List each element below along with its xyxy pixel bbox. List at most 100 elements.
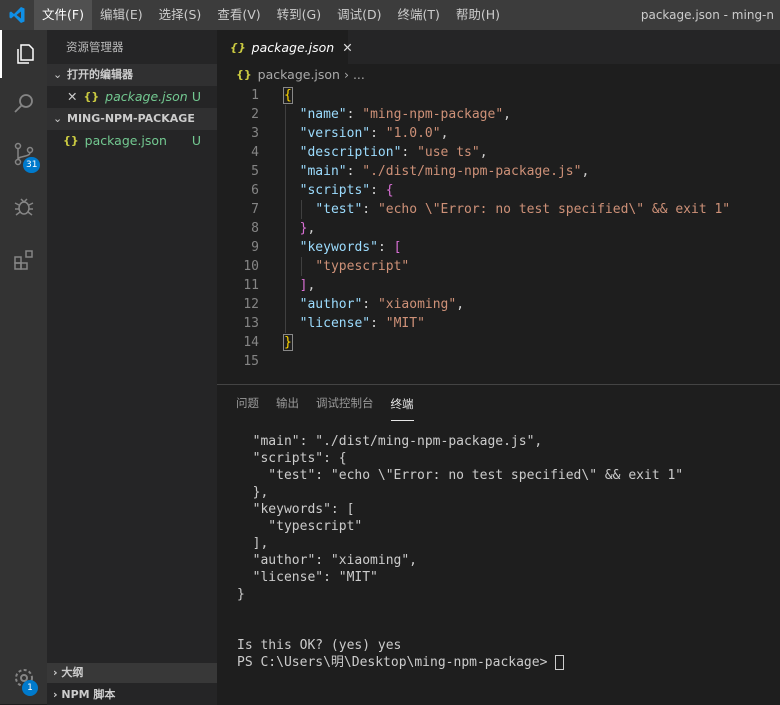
menu-item[interactable]: 文件(F) xyxy=(34,0,92,30)
code-token: "keywords" xyxy=(299,240,378,255)
line-number: 14 xyxy=(243,335,259,350)
breadcrumb-item[interactable]: package.json xyxy=(258,64,340,86)
terminal-line: ], xyxy=(237,535,683,552)
line-number: 4 xyxy=(251,145,259,160)
panel-tab[interactable]: 调试控制台 xyxy=(316,385,374,421)
line-number: 1 xyxy=(251,88,259,103)
line-number: 11 xyxy=(243,278,259,293)
code-token: : xyxy=(362,202,378,217)
code-token: "MIT" xyxy=(385,316,425,331)
line-number: 3 xyxy=(251,126,259,141)
terminal-line: "keywords": [ xyxy=(237,501,683,518)
menu-item[interactable]: 转到(G) xyxy=(269,0,329,30)
json-file-icon: {} xyxy=(230,40,246,54)
code-token: } xyxy=(283,334,293,351)
code-token: "1.0.0" xyxy=(385,126,441,141)
code-token: : xyxy=(370,126,386,141)
line-number: 13 xyxy=(243,316,259,331)
panel-tab[interactable]: 问题 xyxy=(236,385,259,421)
explorer-sidebar: 资源管理器 ⌄ 打开的编辑器 ✕{} package.json U ⌄ MING-NPM… xyxy=(47,30,217,705)
code-token: , xyxy=(581,164,590,179)
close-icon[interactable]: ✕ xyxy=(67,86,77,108)
line-number: 8 xyxy=(251,221,259,236)
outline-section[interactable]: › 大纲 xyxy=(47,663,217,683)
code-token: { xyxy=(385,183,394,198)
project-section[interactable]: ⌄ MING-NPM-PACKAGE xyxy=(47,108,217,130)
chevron-down-icon: ⌄ xyxy=(53,112,63,125)
debug-icon[interactable] xyxy=(0,182,47,230)
terminal-line: "typescript" xyxy=(237,518,683,535)
close-icon[interactable]: ✕ xyxy=(342,40,352,55)
terminal-text: ], xyxy=(237,536,269,551)
extensions-icon[interactable] xyxy=(0,236,47,284)
open-editor-item[interactable]: ✕ {} package.json U xyxy=(47,86,217,108)
line-number: 15 xyxy=(243,354,259,369)
code-line: "typescript" xyxy=(284,257,409,276)
git-status: U xyxy=(191,133,201,148)
menu-item[interactable]: 编辑(E) xyxy=(92,0,151,30)
file-item[interactable]: {} package.json U xyxy=(47,130,217,152)
settings-gear-icon[interactable]: 1 xyxy=(0,654,47,702)
menu-item[interactable]: 选择(S) xyxy=(151,0,210,30)
code-line: "main": "./dist/ming-npm-package.js", xyxy=(284,162,590,181)
code-token: : xyxy=(377,240,394,255)
menu-item[interactable]: 调试(D) xyxy=(329,0,389,30)
line-number: 2 xyxy=(251,107,259,122)
code-line: "name": "ming-npm-package", xyxy=(284,105,511,124)
terminal-text: "main": "./dist/ming-npm-package.js", xyxy=(237,434,543,449)
git-status: U xyxy=(191,89,201,104)
code-token: : xyxy=(362,297,378,312)
terminal-line: PS C:\Users\明\Desktop\ming-npm-package> xyxy=(237,654,683,671)
breadcrumb-more[interactable]: ... xyxy=(353,64,365,86)
panel-tab[interactable]: 终端 xyxy=(390,394,414,421)
code-line: "description": "use ts", xyxy=(284,143,488,162)
source-control-icon[interactable]: 31 xyxy=(0,130,47,178)
code-token: , xyxy=(307,278,316,293)
tab-package-json[interactable]: {} package.json ✕ xyxy=(217,30,353,64)
code-token: "scripts" xyxy=(299,183,371,198)
menu-item[interactable]: 帮助(H) xyxy=(448,0,508,30)
code-line: "keywords": [ xyxy=(284,238,402,257)
section-label: 打开的编辑器 xyxy=(67,68,133,81)
menu-item[interactable]: 终端(T) xyxy=(389,0,447,30)
code-token: : xyxy=(370,183,386,198)
line-number: 12 xyxy=(243,297,259,312)
terminal-text: "keywords": [ xyxy=(237,502,355,517)
code-token: { xyxy=(283,87,293,104)
npm-scripts-section[interactable]: › NPM 脚本 xyxy=(47,685,217,705)
code-token: , xyxy=(456,297,465,312)
search-icon[interactable] xyxy=(0,80,47,128)
file-name: package.json xyxy=(105,89,188,104)
code-token: "echo \"Error: no test specified\" && ex… xyxy=(377,202,731,217)
vscode-logo-icon xyxy=(0,0,34,30)
line-number: 9 xyxy=(251,240,259,255)
chevron-right-icon: › xyxy=(339,67,353,82)
menu-item[interactable]: 查看(V) xyxy=(209,0,268,30)
code-line: "license": "MIT" xyxy=(284,314,425,333)
code-token: "./dist/ming-npm-package.js" xyxy=(362,164,582,179)
terminal[interactable]: "main": "./dist/ming-npm-package.js", "s… xyxy=(237,433,683,671)
editor-tabs: {} package.json ✕ xyxy=(217,30,780,64)
line-number: 7 xyxy=(251,202,259,217)
section-label: MING-NPM-PACKAGE xyxy=(67,112,195,125)
terminal-text: } xyxy=(237,587,245,602)
terminal-cursor xyxy=(555,655,565,670)
activity-bar: 31 1 xyxy=(0,30,47,704)
code-token: "ming-npm-package" xyxy=(362,107,504,122)
panel-tab[interactable]: 输出 xyxy=(276,385,299,421)
code-token: "author" xyxy=(299,297,363,312)
explorer-icon[interactable] xyxy=(0,30,47,78)
code-line: "author": "xiaoming", xyxy=(284,295,464,314)
open-editors-section[interactable]: ⌄ 打开的编辑器 xyxy=(47,64,217,86)
terminal-text: "typescript" xyxy=(237,519,363,534)
terminal-text: "test": "echo \"Error: no test specified… xyxy=(237,468,684,483)
